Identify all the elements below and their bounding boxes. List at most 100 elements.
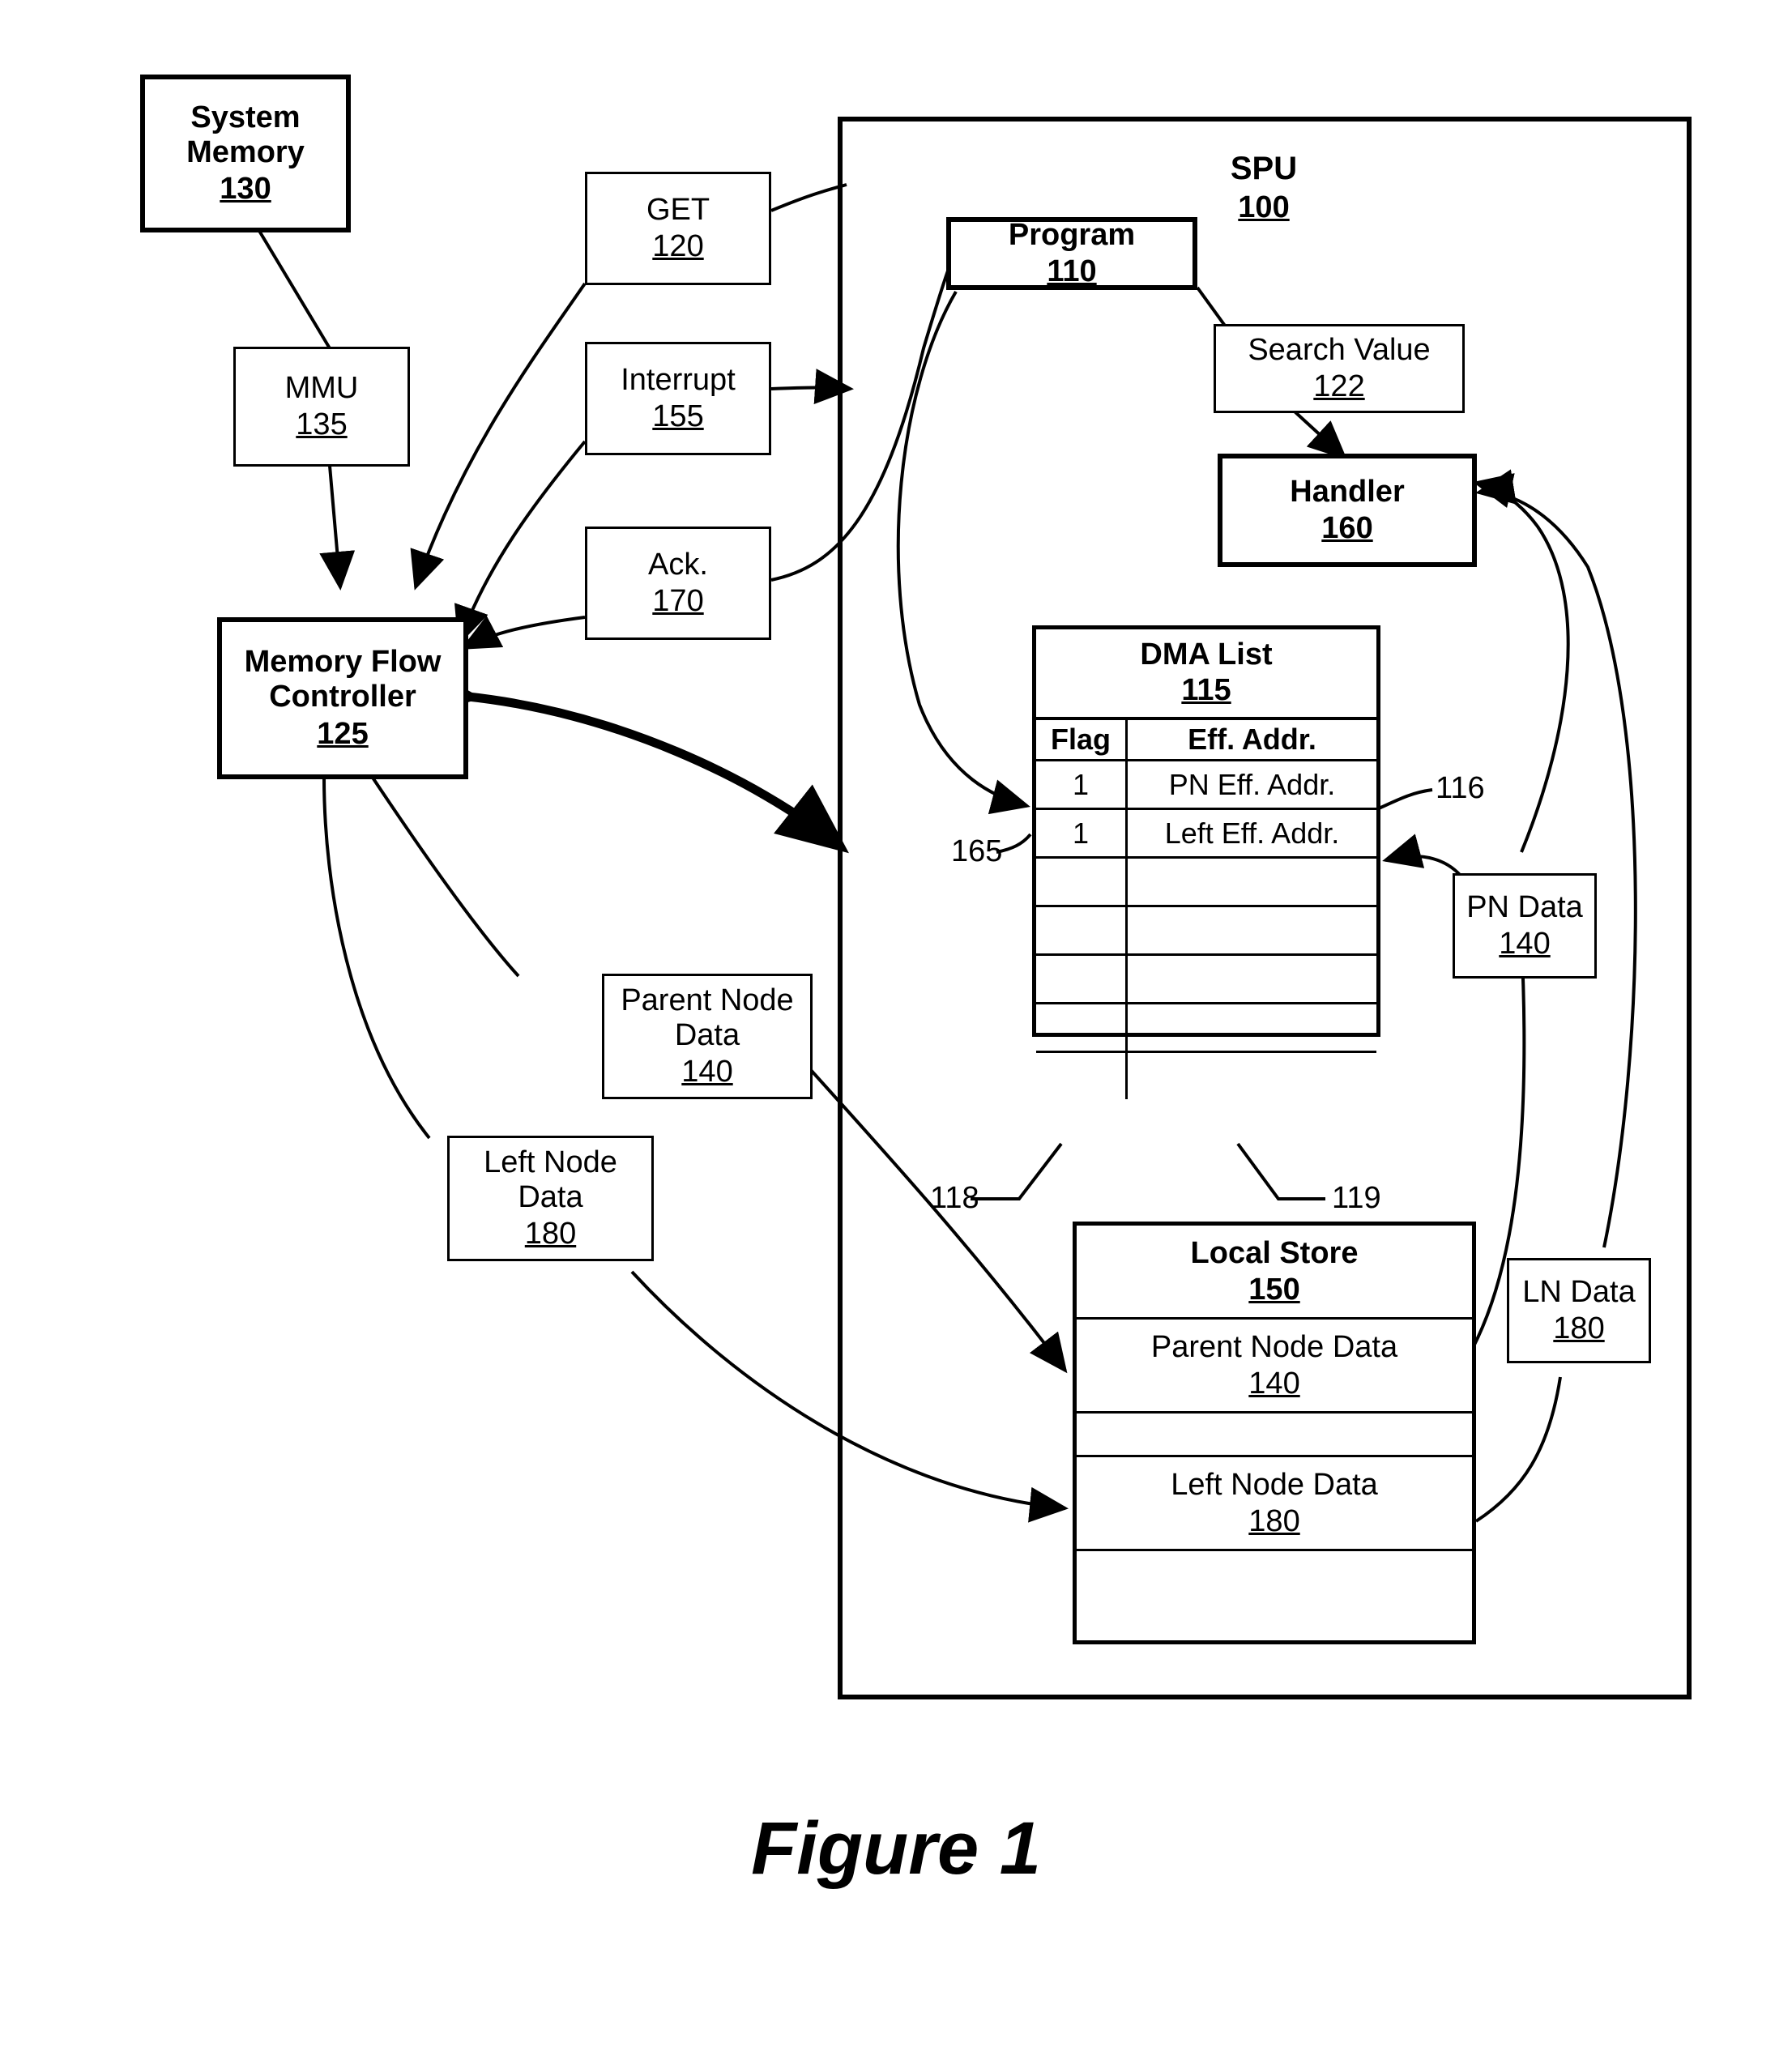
- dma-cell-addr: [1128, 859, 1376, 905]
- dma-cell-addr: PN Eff. Addr.: [1168, 767, 1336, 801]
- dma-list-row[interactable]: [1036, 1004, 1376, 1053]
- spu-title: SPU 100: [1175, 150, 1353, 226]
- parent-node-data-number: 140: [681, 1055, 733, 1089]
- dma-list-title-label: DMA List: [1140, 637, 1273, 672]
- handler-number: 160: [1321, 511, 1373, 545]
- spu-title-number: 100: [1238, 190, 1290, 225]
- mmu-box[interactable]: MMU 135: [233, 347, 410, 467]
- handler-label: Handler: [1290, 474, 1405, 509]
- dma-cell-flag: [1036, 1053, 1128, 1099]
- handler-box[interactable]: Handler 160: [1218, 454, 1477, 567]
- local-store-number: 150: [1248, 1272, 1300, 1307]
- left-node-data-label-line2: Data: [518, 1179, 583, 1214]
- local-store-segment-left-node-data[interactable]: Left Node Data 180: [1077, 1457, 1472, 1551]
- spu-title-label: SPU: [1230, 151, 1298, 186]
- pn-data-number: 140: [1499, 927, 1551, 961]
- dma-cell-flag: [1036, 907, 1128, 953]
- reference-numeral-116: 116: [1436, 771, 1485, 805]
- local-store-pn-number: 140: [1248, 1366, 1300, 1401]
- wire-mmu-to-mfc: [319, 465, 356, 591]
- system-memory-number: 130: [220, 172, 271, 207]
- dma-cell-flag: 1: [1036, 761, 1128, 808]
- dma-list-row[interactable]: [1036, 907, 1376, 956]
- mmu-number: 135: [296, 407, 348, 441]
- wire-mfc-to-leftnodedata: [322, 777, 431, 1140]
- local-store-panel[interactable]: Local Store 150 Parent Node Data 140 Lef…: [1073, 1222, 1476, 1644]
- wire-get-to-mfc: [410, 282, 587, 591]
- local-store-ln-label: Left Node Data: [1171, 1467, 1378, 1502]
- dma-list-row[interactable]: 1 Left Eff. Addr.: [1036, 810, 1376, 859]
- system-memory-box[interactable]: System Memory 130: [140, 75, 351, 232]
- dma-list-row[interactable]: [1036, 956, 1376, 1004]
- dma-cell-addr: [1128, 1053, 1376, 1099]
- search-value-number: 122: [1313, 369, 1365, 403]
- wire-interrupt-to-mfc: [454, 440, 587, 646]
- left-node-data-number: 180: [524, 1217, 577, 1251]
- left-node-data-box[interactable]: Left Node Data 180: [447, 1136, 654, 1261]
- figure-caption: Figure 1: [751, 1807, 1041, 1890]
- memory-flow-controller-box[interactable]: Memory Flow Controller 125: [217, 617, 468, 779]
- dma-col-header-addr: Eff. Addr.: [1188, 723, 1316, 756]
- wire-get-to-spu: [770, 183, 847, 212]
- mfc-label-line2: Controller: [269, 680, 416, 714]
- search-value-box[interactable]: Search Value 122: [1214, 324, 1465, 413]
- parent-node-data-label-line2: Data: [674, 1017, 740, 1052]
- interrupt-number: 155: [652, 399, 704, 433]
- dma-cell-flag: 1: [1036, 810, 1128, 856]
- local-store-pn-label: Parent Node Data: [1150, 1329, 1398, 1364]
- local-store-title-label: Local Store: [1190, 1235, 1359, 1270]
- dma-col-header-flag: Flag: [1036, 720, 1128, 759]
- pn-data-box[interactable]: PN Data 140: [1453, 873, 1597, 979]
- wire-mfc-to-parentnodedata: [371, 776, 520, 978]
- program-label: Program: [1008, 217, 1136, 252]
- parent-node-data-box[interactable]: Parent Node Data 140: [602, 974, 813, 1099]
- ln-data-label: LN Data: [1522, 1274, 1636, 1309]
- dma-list-row[interactable]: [1036, 1053, 1376, 1099]
- ack-number: 170: [652, 584, 704, 618]
- dma-list-number: 115: [1181, 673, 1231, 707]
- local-store-segment-empty-2[interactable]: [1077, 1551, 1472, 1640]
- mfc-label-line1: Memory Flow: [244, 645, 442, 680]
- pn-data-label: PN Data: [1466, 889, 1583, 924]
- get-box[interactable]: GET 120: [585, 172, 771, 285]
- ln-data-number: 180: [1553, 1311, 1605, 1345]
- program-box[interactable]: Program 110: [946, 217, 1197, 290]
- wire-mfc-spu-bidirectional: [407, 659, 849, 854]
- local-store-ln-number: 180: [1248, 1503, 1300, 1538]
- patent-figure-page: SPU 100 System Memory 130 MMU 135 Memory…: [0, 0, 1792, 2051]
- interrupt-box[interactable]: Interrupt 155: [585, 342, 771, 455]
- ack-box[interactable]: Ack. 170: [585, 527, 771, 640]
- program-number: 110: [1047, 254, 1097, 288]
- reference-numeral-119: 119: [1332, 1181, 1381, 1215]
- dma-cell-addr: [1128, 1004, 1376, 1051]
- dma-list-row[interactable]: 1 PN Eff. Addr.: [1036, 761, 1376, 810]
- wire-sysmem-to-mmu: [258, 229, 331, 350]
- get-label: GET: [646, 192, 710, 227]
- dma-list-row[interactable]: [1036, 859, 1376, 907]
- wire-ack-to-mfc: [460, 616, 586, 650]
- reference-numeral-118: 118: [930, 1181, 979, 1215]
- dma-cell-flag: [1036, 859, 1128, 905]
- ack-label: Ack.: [648, 547, 708, 582]
- left-node-data-label-line1: Left Node: [484, 1145, 617, 1179]
- local-store-segment-parent-node-data[interactable]: Parent Node Data 140: [1077, 1320, 1472, 1414]
- search-value-label: Search Value: [1248, 332, 1431, 367]
- dma-cell-addr: [1128, 956, 1376, 1002]
- local-store-title: Local Store 150: [1077, 1226, 1472, 1320]
- system-memory-label-line2: Memory: [186, 134, 305, 169]
- dma-list-table[interactable]: DMA List 115 Flag Eff. Addr. 1 PN Eff. A…: [1032, 625, 1380, 1099]
- dma-list-title: DMA List 115: [1036, 629, 1376, 720]
- dma-cell-flag: [1036, 1004, 1128, 1051]
- ln-data-box[interactable]: LN Data 180: [1507, 1258, 1651, 1363]
- mfc-number: 125: [317, 716, 369, 751]
- mmu-label: MMU: [284, 370, 359, 405]
- local-store-segment-empty-1[interactable]: [1077, 1414, 1472, 1457]
- interrupt-label: Interrupt: [621, 362, 736, 397]
- dma-cell-flag: [1036, 956, 1128, 1002]
- system-memory-label-line1: System: [190, 100, 301, 134]
- dma-cell-addr: [1128, 907, 1376, 953]
- parent-node-data-label-line1: Parent Node: [621, 983, 794, 1017]
- dma-list-header-row: Flag Eff. Addr.: [1036, 720, 1376, 761]
- get-number: 120: [652, 229, 704, 263]
- reference-numeral-165: 165: [951, 834, 1003, 868]
